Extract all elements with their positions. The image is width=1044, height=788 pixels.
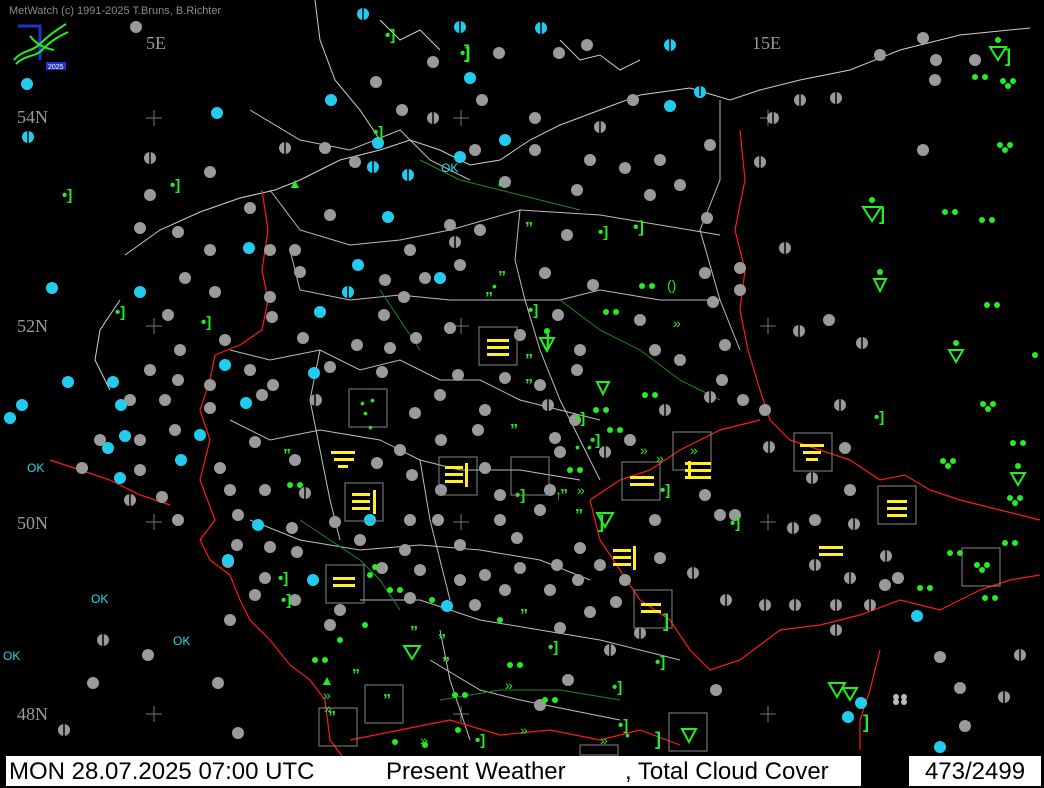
svg-text:”: ”: [352, 667, 360, 684]
svg-text:•]: •]: [612, 679, 622, 696]
svg-text:•]: •]: [660, 482, 670, 499]
grid-label-52n: 52N: [17, 316, 48, 336]
station-ok-marker: OK: [91, 592, 109, 606]
svg-text:]: ]: [464, 42, 470, 62]
svg-text:•]: •]: [115, 304, 125, 321]
svg-text:»: »: [600, 732, 608, 748]
svg-text:•: •: [498, 176, 503, 192]
status-info-panel: MON 28.07.2025 07:00 UTC Present Weather…: [6, 756, 861, 786]
svg-text:”: ”: [525, 220, 533, 237]
station-count: 473/2499: [909, 756, 1041, 786]
svg-text:]: ]: [598, 512, 604, 532]
station-ok-marker: OK: [3, 649, 21, 663]
coastline: [94, 0, 1031, 391]
station-ok-marker: OK: [173, 634, 191, 648]
grid-label-54n: 54N: [17, 107, 48, 127]
svg-text:•]: •]: [201, 314, 211, 331]
svg-text:•: •: [587, 439, 592, 455]
weather-map-window: { "credit": "MetWatch (c) 1991-2025 T.Br…: [0, 0, 1044, 788]
svg-text:•: •: [625, 727, 630, 743]
svg-text:”: ”: [525, 377, 533, 394]
svg-text:•]: •]: [62, 187, 72, 204]
svg-text:•]: •]: [475, 732, 485, 749]
svg-text:]: ]: [879, 204, 885, 224]
svg-text:]: ]: [544, 329, 550, 349]
svg-text:”: ”: [383, 692, 391, 709]
svg-text:”: ”: [438, 632, 446, 649]
metwatch-logo-icon: 2025: [13, 23, 69, 71]
svg-text:]: ]: [655, 729, 661, 749]
svg-text:(): (): [667, 277, 676, 293]
svg-text:]: ]: [1005, 46, 1011, 66]
svg-text:»: »: [420, 732, 428, 748]
svg-text:↑: ↑: [555, 487, 562, 503]
svg-text:”: ”: [410, 624, 418, 641]
grid-label-5e: 5E: [146, 33, 166, 53]
lat-lon-grid: [146, 110, 776, 722]
status-datetime: MON 28.07.2025 07:00 UTC: [9, 758, 315, 785]
svg-text:”: ”: [283, 447, 291, 464]
svg-text:»: »: [505, 677, 513, 693]
svg-text:•]: •]: [598, 224, 608, 241]
status-bar: MON 28.07.2025 07:00 UTC Present Weather…: [3, 756, 1041, 786]
copyright-credit: MetWatch (c) 1991-2025 T.Bruns, B.Richte…: [9, 5, 222, 17]
svg-text:•]: •]: [278, 570, 288, 587]
svg-text:”: ”: [520, 607, 528, 624]
svg-text:•: •: [575, 439, 580, 455]
svg-text:]: ]: [863, 712, 869, 732]
svg-text:▲: ▲: [320, 672, 334, 688]
svg-text:•]: •]: [874, 409, 884, 426]
svg-text:•]: •]: [528, 302, 538, 319]
svg-text:»: »: [673, 315, 681, 331]
svg-text:»: »: [520, 722, 528, 738]
svg-text:•]: •]: [548, 639, 558, 656]
svg-text:2025: 2025: [48, 64, 64, 71]
svg-text:•]: •]: [633, 219, 644, 236]
state-borders: [229, 100, 741, 741]
svg-text:”: ”: [525, 352, 533, 369]
station-frames: [318, 326, 1001, 756]
svg-text:»: »: [690, 442, 698, 458]
svg-text:•: •: [370, 392, 375, 408]
svg-text:▲: ▲: [288, 175, 302, 191]
svg-text:»: »: [640, 442, 648, 458]
cloud-cover-marks: [27, 8, 1021, 736]
svg-text:”: ”: [510, 422, 518, 439]
svg-text:•]: •]: [655, 654, 665, 671]
svg-text:”: ”: [442, 655, 450, 672]
svg-text:”: ”: [498, 269, 506, 286]
station-ok-marker: OK: [27, 461, 45, 475]
svg-text:•]: •]: [575, 410, 585, 427]
station-ok-marker: OK: [441, 161, 459, 175]
svg-text:»: »: [577, 482, 585, 498]
svg-text:•]: •]: [730, 515, 740, 532]
svg-text:”: ”: [575, 507, 583, 524]
weather-map: ” •]” ””” ””” ””” ””” ”” •]•]•] •]•]•] •]…: [4, 0, 1041, 761]
cloud-cover-stations-gray: [58, 21, 1026, 739]
svg-text:•]: •]: [373, 124, 383, 141]
status-layer-cloud-cover: , Total Cloud Cover: [625, 758, 829, 785]
grid-label-48n: 48N: [17, 704, 48, 724]
status-layer-present-weather: Present Weather: [386, 758, 566, 785]
misc-symbols: [893, 694, 907, 705]
grid-label-50n: 50N: [17, 513, 48, 533]
svg-text:•: •: [492, 278, 497, 294]
svg-text:•]: •]: [385, 27, 395, 44]
svg-text:•]: •]: [281, 592, 291, 609]
svg-text:•]: •]: [170, 177, 180, 194]
grid-label-15e: 15E: [752, 33, 781, 53]
national-borders: [49, 129, 1041, 761]
